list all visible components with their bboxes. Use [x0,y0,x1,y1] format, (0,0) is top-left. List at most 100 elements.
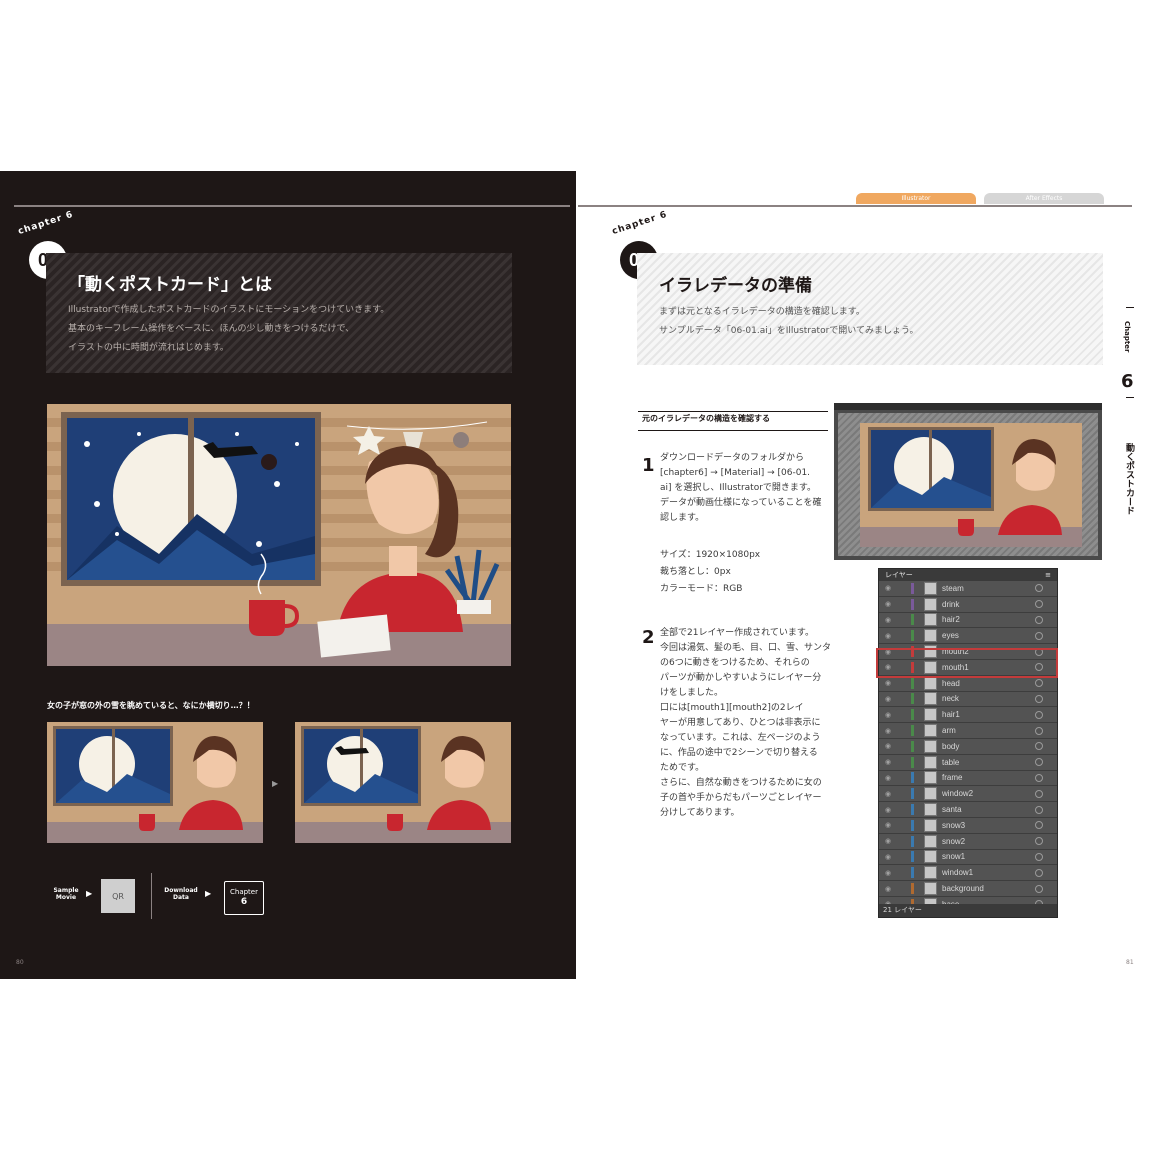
target-circle-icon[interactable] [1035,600,1043,609]
layer-row[interactable]: ◉ santa [879,802,1057,818]
eye-icon[interactable]: ◉ [885,632,899,640]
chapter-folder-icon[interactable]: Chapter 6 [224,881,264,915]
side-rule [1126,397,1134,398]
tab-after-effects[interactable]: After Effects [984,193,1104,204]
target-circle-icon[interactable] [1035,852,1043,861]
layer-row[interactable]: ◉ snow1 [879,850,1057,866]
page-number: 80 [16,959,24,966]
layer-thumbnail [924,834,937,848]
eye-icon[interactable]: ◉ [885,616,899,624]
eye-icon[interactable]: ◉ [885,695,899,703]
target-circle-icon[interactable] [1035,773,1043,782]
right-page: Illustrator After Effects chapter 6 02 イ… [578,171,1150,979]
layer-row[interactable]: ◉ snow2 [879,834,1057,850]
layers-panel: レイヤー ≡ ◉ steam ◉ drink ◉ hair2 ◉ eyes ◉ mouth2 ◉ mo… [878,568,1058,918]
tab-illustrator[interactable]: Illustrator [856,193,976,204]
target-circle-icon[interactable] [1035,679,1043,688]
layer-name: snow3 [942,820,966,830]
target-circle-icon[interactable] [1035,884,1043,893]
layer-row[interactable]: ◉ frame [879,771,1057,787]
target-circle-icon[interactable] [1035,837,1043,846]
arrow-right-icon: ▶ [272,779,279,788]
subheading: 元のイラレデータの構造を確認する [642,414,770,423]
layer-row[interactable]: ◉ eyes [879,628,1057,645]
layer-row[interactable]: ◉ table [879,755,1057,771]
scene-caption: 女の子が窓の外の雪を眺めていると、なにか横切り…？！ [47,701,255,710]
eye-icon[interactable]: ◉ [885,869,899,877]
layer-color-bar [911,677,914,689]
mouth-layers-highlight [876,648,1058,678]
eye-icon[interactable]: ◉ [885,806,899,814]
qr-code[interactable]: QR [101,879,135,913]
layer-list: ◉ steam ◉ drink ◉ hair2 ◉ eyes ◉ mouth2 ◉ mouth1 ◉ he… [879,581,1057,913]
panel-menu-icon[interactable]: ≡ [1045,569,1051,581]
eye-icon[interactable]: ◉ [885,679,899,687]
postcard-scene-svg [47,404,511,666]
eye-icon[interactable]: ◉ [885,885,899,893]
eye-icon[interactable]: ◉ [885,600,899,608]
layer-color-bar [911,614,914,626]
target-circle-icon[interactable] [1035,868,1043,877]
arrow-right-icon: ▶ [205,889,212,898]
target-circle-icon[interactable] [1035,742,1043,751]
target-circle-icon[interactable] [1035,615,1043,624]
layer-color-bar [911,788,914,800]
eye-icon[interactable]: ◉ [885,727,899,735]
layer-color-bar [911,598,914,610]
step-number: 2 [642,627,655,648]
target-circle-icon[interactable] [1035,694,1043,703]
layer-row[interactable]: ◉ neck [879,692,1057,708]
layer-count: 21 レイヤー [883,906,922,914]
eye-icon[interactable]: ◉ [885,711,899,719]
layer-name: window2 [942,789,974,799]
section-title: 「動くポストカード」とは [68,275,272,295]
layer-color-bar [911,819,914,831]
layer-row[interactable]: ◉ snow3 [879,818,1057,834]
layer-name: frame [942,773,963,783]
left-page: chapter 6 01 「動くポストカード」とは Illustratorで作成… [0,171,576,979]
layer-color-bar [911,709,914,721]
layer-thumbnail [924,818,937,832]
target-circle-icon[interactable] [1035,789,1043,798]
eye-icon[interactable]: ◉ [885,790,899,798]
layer-row[interactable]: ◉ body [879,739,1057,755]
side-chapter-label: Chapter [1123,321,1131,353]
layer-thumbnail [924,724,937,738]
layer-row[interactable]: ◉ hair2 [879,613,1057,629]
layer-name: neck [942,694,959,704]
layer-row[interactable]: ◉ drink [879,597,1057,613]
eye-icon[interactable]: ◉ [885,853,899,861]
document-specs: サイズ：1920×1080px 裁ち落とし：0px カラーモード：RGB [660,550,761,594]
side-chapter-number: 6 [1121,371,1134,392]
target-circle-icon[interactable] [1035,805,1043,814]
eye-icon[interactable]: ◉ [885,821,899,829]
target-circle-icon[interactable] [1035,631,1043,640]
layer-row[interactable]: ◉ window1 [879,865,1057,882]
chapter-label: chapter 6 [16,209,75,237]
target-circle-icon[interactable] [1035,726,1043,735]
window-titlebar [834,403,1102,410]
layer-row[interactable]: ◉ head [879,676,1057,692]
layer-thumbnail [924,708,937,722]
eye-icon[interactable]: ◉ [885,774,899,782]
intro-text: まずは元となるイラレデータの構造を確認します。 サンプルデータ「06-01.ai… [659,307,919,336]
layer-row[interactable]: ◉ steam [879,581,1057,597]
layer-thumbnail [924,597,937,611]
eye-icon[interactable]: ◉ [885,742,899,750]
target-circle-icon[interactable] [1035,758,1043,767]
eye-icon[interactable]: ◉ [885,584,899,592]
layers-panel-title: レイヤー [885,571,913,579]
eye-icon[interactable]: ◉ [885,758,899,766]
target-circle-icon[interactable] [1035,821,1043,830]
layer-color-bar [911,835,914,847]
layer-row[interactable]: ◉ arm [879,723,1057,739]
layer-row[interactable]: ◉ background [879,881,1057,897]
layer-row[interactable]: ◉ window2 [879,786,1057,803]
layer-name: snow2 [942,836,966,846]
target-circle-icon[interactable] [1035,710,1043,719]
eye-icon[interactable]: ◉ [885,837,899,845]
target-circle-icon[interactable] [1035,584,1043,593]
layer-color-bar [911,804,914,816]
step2-text: 全部で21レイヤー作成されています。 今回は湯気、髪の毛、目、口、雪、サンタ の… [660,628,832,818]
layer-row[interactable]: ◉ hair1 [879,707,1057,724]
